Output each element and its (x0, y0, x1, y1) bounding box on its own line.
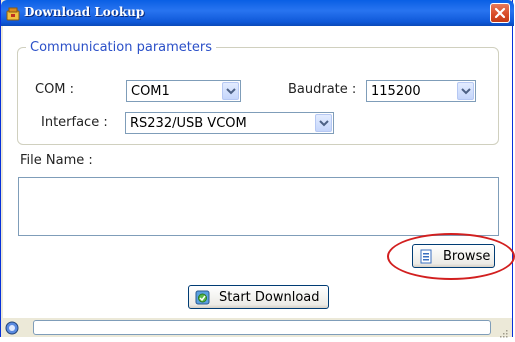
window-title: Download Lookup (24, 5, 145, 19)
interface-label: Interface : (41, 115, 108, 130)
status-icon (5, 320, 19, 335)
close-button[interactable] (490, 3, 510, 23)
resize-grip-icon[interactable] (498, 323, 508, 338)
interface-dropdown-arrow-icon[interactable] (315, 114, 332, 132)
communication-legend: Communication parameters (26, 40, 216, 55)
download-progress-bar (33, 320, 491, 335)
start-download-button[interactable]: Start Download (188, 285, 329, 309)
com-select-value: COM1 (131, 84, 170, 99)
baudrate-label: Baudrate : (288, 82, 357, 97)
baudrate-select-value: 115200 (371, 84, 421, 99)
app-icon (6, 6, 20, 21)
com-dropdown-arrow-icon[interactable] (222, 82, 239, 100)
start-download-label: Start Download (219, 290, 320, 305)
highlight-circle (387, 233, 515, 280)
com-select[interactable]: COM1 (126, 80, 241, 102)
download-lookup-window: Download Lookup Communication parameters… (0, 0, 515, 338)
baudrate-dropdown-arrow-icon[interactable] (457, 82, 474, 100)
file-name-field[interactable] (18, 177, 499, 236)
close-icon (494, 7, 506, 19)
file-name-label: File Name : (20, 153, 93, 168)
baudrate-select[interactable]: 115200 (366, 80, 476, 102)
title-bar[interactable]: Download Lookup (1, 0, 514, 26)
com-label: COM : (35, 82, 75, 97)
interface-select[interactable]: RS232/USB VCOM (125, 112, 334, 134)
interface-select-value: RS232/USB VCOM (130, 116, 247, 131)
start-download-icon (195, 290, 210, 305)
